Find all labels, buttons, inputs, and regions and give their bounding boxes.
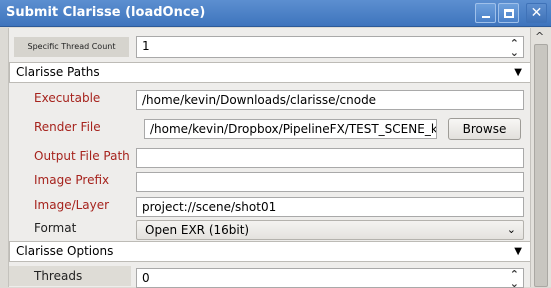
- close-button[interactable]: ✕: [526, 3, 547, 23]
- form-panel: Specific Thread Count 1 ⌃ ⌄ Clarisse Path…: [8, 28, 531, 288]
- output-file-path-label: Output File Path: [34, 149, 130, 163]
- render-file-label: Render File: [34, 120, 101, 134]
- clarisse-paths-section-header[interactable]: Clarisse Paths ▼: [9, 62, 531, 83]
- format-selected-value: Open EXR (16bit): [145, 223, 250, 237]
- scrollbar-thumb[interactable]: [534, 44, 548, 287]
- window-title: Submit Clarisse (loadOnce): [6, 5, 206, 20]
- image-prefix-input[interactable]: [136, 172, 524, 192]
- vertical-scrollbar[interactable]: ^: [530, 28, 551, 287]
- scroll-up-icon[interactable]: ^: [535, 30, 544, 43]
- format-label: Format: [34, 221, 77, 235]
- collapse-triangle-icon[interactable]: ▼: [514, 242, 522, 261]
- browse-button[interactable]: Browse: [448, 118, 521, 140]
- close-icon: ✕: [530, 5, 543, 21]
- image-layer-label: Image/Layer: [34, 198, 110, 212]
- clarisse-paths-title: Clarisse Paths: [16, 65, 100, 79]
- clarisse-options-title: Clarisse Options: [16, 244, 114, 258]
- specific-thread-count-label: Specific Thread Count: [14, 37, 129, 57]
- specific-thread-count-spinbox[interactable]: 1 ⌃ ⌄: [136, 36, 524, 58]
- minimize-icon: [482, 16, 490, 18]
- specific-thread-count-value: 1: [142, 39, 150, 53]
- chevron-down-icon: ⌄: [506, 223, 516, 236]
- render-file-input[interactable]: /home/kevin/Dropbox/PipelineFX/TEST_SCEN…: [144, 119, 437, 139]
- executable-label: Executable: [34, 91, 101, 105]
- threads-spinbox[interactable]: 0 ⌃ ⌄: [136, 268, 524, 288]
- title-bar[interactable]: Submit Clarisse (loadOnce) ✕: [0, 0, 551, 27]
- threads-value: 0: [142, 271, 150, 285]
- executable-input[interactable]: /home/kevin/Downloads/clarisse/cnode: [136, 90, 524, 110]
- image-prefix-label: Image Prefix: [34, 173, 110, 187]
- clarisse-options-section-header[interactable]: Clarisse Options ▼: [9, 241, 531, 262]
- maximize-icon: [504, 9, 514, 18]
- collapse-triangle-icon[interactable]: ▼: [514, 63, 522, 82]
- maximize-button[interactable]: [498, 3, 519, 23]
- minimize-button[interactable]: [475, 3, 496, 23]
- threads-label: Threads: [9, 266, 131, 286]
- spin-arrows-icon[interactable]: ⌃ ⌄: [510, 38, 519, 57]
- image-layer-input[interactable]: project://scene/shot01: [136, 197, 524, 217]
- spin-arrows-icon[interactable]: ⌃ ⌄: [510, 269, 519, 287]
- output-file-path-input[interactable]: [136, 148, 524, 168]
- format-dropdown[interactable]: Open EXR (16bit) ⌄: [136, 220, 524, 240]
